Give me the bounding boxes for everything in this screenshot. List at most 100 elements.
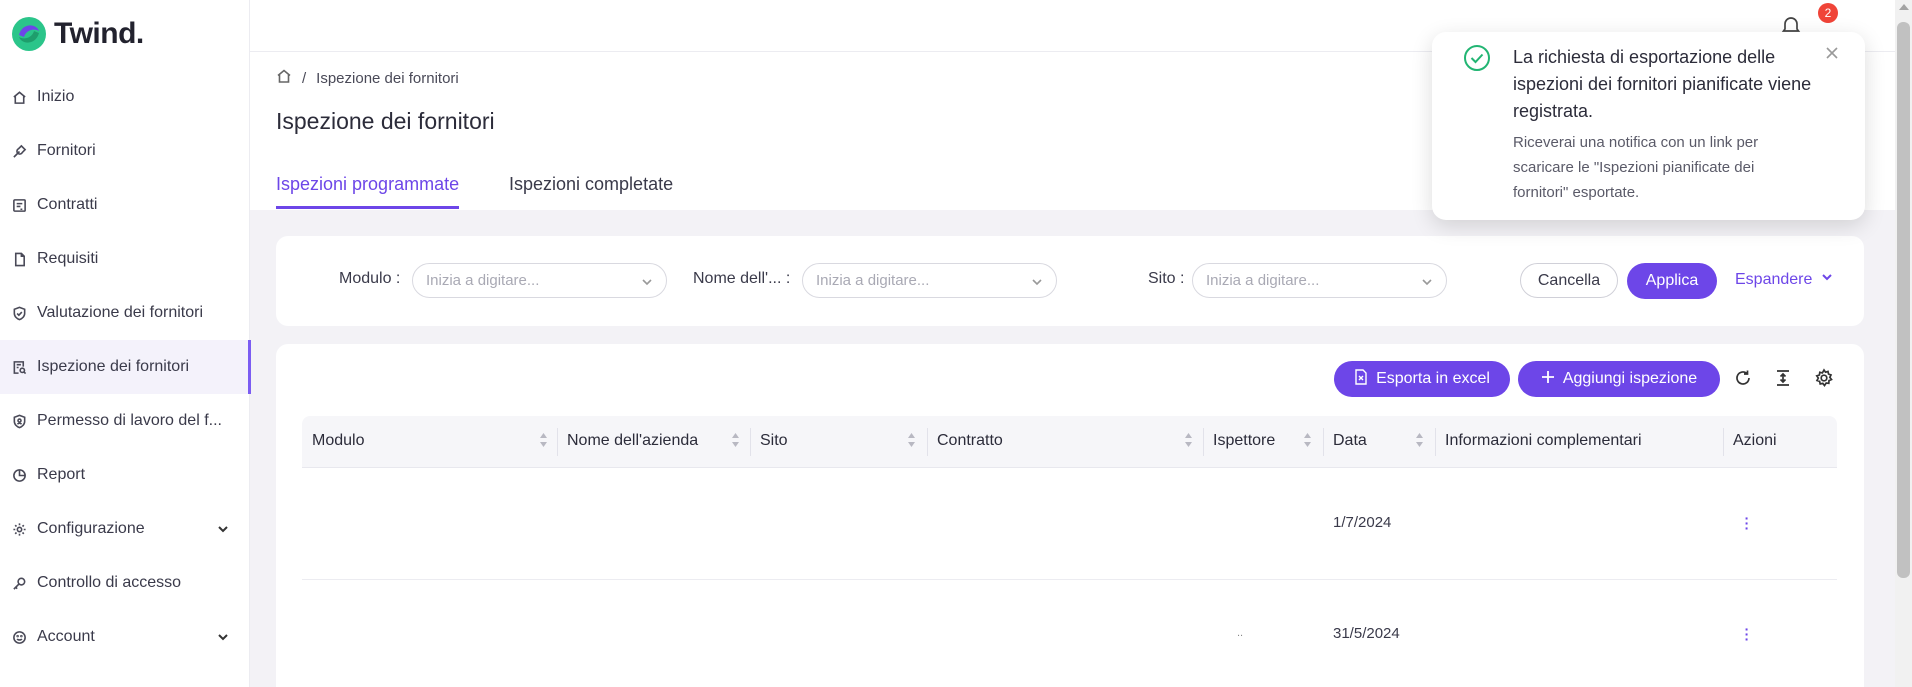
chevron-down-icon: [216, 522, 230, 536]
notification-badge: 2: [1818, 3, 1838, 23]
sort-icon[interactable]: [907, 432, 916, 448]
page-title: Ispezione dei fornitori: [276, 108, 495, 134]
refresh-icon[interactable]: [1733, 368, 1755, 390]
export-label: Esporta in excel: [1376, 370, 1490, 387]
sort-icon[interactable]: [1303, 432, 1312, 448]
filter-placeholder: Inizia a digitare...: [816, 272, 930, 289]
sort-icon[interactable]: [1415, 432, 1424, 448]
row-actions-kebab-icon[interactable]: · · ·: [1744, 622, 1750, 646]
column-header-contratto[interactable]: Contratto: [937, 432, 1003, 450]
add-label: Aggiungi ispezione: [1562, 370, 1698, 387]
sidebar-item-inizio[interactable]: Inizio: [0, 70, 250, 124]
column-header-modulo[interactable]: Modulo: [312, 432, 364, 450]
sidebar-nav: Inizio Fornitori Contratti Requisiti Val…: [0, 70, 251, 664]
shield-check-icon: [11, 305, 27, 321]
sidebar-item-valutazione[interactable]: Valutazione dei fornitori: [0, 286, 250, 340]
excel-file-icon: [1354, 368, 1368, 390]
filter-modulo-label: Modulo :: [339, 270, 401, 287]
filter-placeholder: Inizia a digitare...: [426, 272, 540, 289]
chevron-down-icon: [216, 630, 230, 644]
document-icon: [11, 251, 27, 267]
tab-ispezioni-completate[interactable]: Ispezioni completate: [509, 174, 673, 209]
cell-ispettore: ..: [1237, 627, 1244, 639]
sort-icon[interactable]: [731, 432, 740, 448]
column-header-informazioni: Informazioni complementari: [1445, 432, 1642, 449]
smile-icon: [11, 629, 27, 645]
sidebar-item-ispezione[interactable]: Ispezione dei fornitori: [0, 340, 251, 394]
column-separator: [1435, 428, 1436, 456]
sidebar-item-label: Configurazione: [37, 520, 145, 537]
filter-azienda-label: Nome dell'... :: [693, 270, 791, 287]
scrollbar-thumb[interactable]: [1897, 22, 1910, 578]
contract-icon: [11, 197, 27, 213]
sidebar-item-label: Requisiti: [37, 250, 99, 267]
brand-name: Twind.: [54, 17, 144, 50]
notification-title: La richiesta di esportazione delle ispez…: [1513, 47, 1812, 121]
sidebar-item-controllo-accesso[interactable]: Controllo di accesso: [0, 556, 250, 610]
column-header-azioni: Azioni: [1733, 432, 1777, 449]
sidebar-item-label: Contratti: [37, 196, 98, 213]
sidebar-item-report[interactable]: Report: [0, 448, 250, 502]
sidebar-item-label: Fornitori: [37, 142, 96, 159]
export-excel-button[interactable]: Esporta in excel: [1334, 361, 1510, 397]
breadcrumb: / Ispezione dei fornitori: [276, 68, 459, 88]
sidebar-item-label: Ispezione dei fornitori: [37, 358, 190, 375]
notification-body: Riceverai una notifica con un link per s…: [1513, 134, 1759, 201]
column-header-data[interactable]: Data: [1333, 432, 1367, 450]
sidebar-item-label: Inizio: [37, 88, 75, 105]
filter-sito-label: Sito :: [1148, 270, 1185, 287]
add-inspection-button[interactable]: Aggiungi ispezione: [1518, 361, 1720, 397]
sidebar-item-contratti[interactable]: Contratti: [0, 178, 250, 232]
inspection-icon: [11, 359, 27, 375]
scroll-up-icon[interactable]: [1899, 4, 1909, 10]
settings-gear-icon[interactable]: [1814, 368, 1836, 390]
sort-icon[interactable]: [1184, 432, 1193, 448]
filter-sito-select[interactable]: Inizia a digitare...: [1192, 263, 1447, 298]
column-separator: [927, 428, 928, 456]
column-separator: [750, 428, 751, 456]
chevron-down-icon: [1031, 275, 1043, 287]
key-icon: [11, 575, 27, 591]
cell-data: 31/5/2024: [1333, 625, 1400, 642]
filter-azienda-select[interactable]: Inizia a digitare...: [802, 263, 1057, 298]
filter-placeholder: Inizia a digitare...: [1206, 272, 1320, 289]
filter-modulo-select[interactable]: Inizia a digitare...: [412, 263, 667, 298]
sidebar-item-label: Controllo di accesso: [37, 574, 182, 591]
sort-icon[interactable]: [539, 432, 548, 448]
sidebar-item-requisiti[interactable]: Requisiti: [0, 232, 250, 286]
column-separator: [1323, 428, 1324, 456]
column-header-sito[interactable]: Sito: [760, 432, 788, 450]
tab-ispezioni-programmate[interactable]: Ispezioni programmate: [276, 174, 460, 209]
plus-icon: [1541, 370, 1555, 389]
close-icon[interactable]: [1825, 46, 1839, 60]
row-actions-kebab-icon[interactable]: · · ·: [1744, 511, 1750, 535]
permit-icon: [11, 413, 27, 429]
cell-data: 1/7/2024: [1333, 514, 1392, 531]
column-header-azienda[interactable]: Nome dell'azienda: [567, 432, 698, 450]
sidebar-item-permesso[interactable]: Permesso di lavoro del f...: [0, 394, 250, 448]
expand-button[interactable]: Espandere: [1735, 270, 1834, 289]
sidebar-item-configurazione[interactable]: Configurazione: [0, 502, 250, 556]
chevron-down-icon: [641, 275, 653, 287]
apply-button[interactable]: Applica: [1627, 263, 1717, 299]
column-header-ispettore[interactable]: Ispettore: [1213, 432, 1275, 450]
sidebar-item-label: Valutazione dei fornitori: [37, 304, 204, 321]
wrench-icon: [11, 143, 27, 159]
chevron-down-icon: [1820, 270, 1834, 289]
column-separator: [1723, 428, 1724, 456]
breadcrumb-separator: /: [302, 69, 307, 87]
expand-label: Espandere: [1735, 270, 1813, 288]
sidebar-item-label: Permesso di lavoro del f...: [37, 412, 222, 429]
pie-chart-icon: [11, 467, 27, 483]
sidebar-item-account[interactable]: Account: [0, 610, 250, 664]
chevron-down-icon: [1421, 275, 1433, 287]
success-check-icon: [1463, 44, 1491, 72]
sidebar-item-fornitori[interactable]: Fornitori: [0, 124, 250, 178]
logo[interactable]: Twind.: [10, 14, 144, 54]
cancel-button[interactable]: Cancella: [1520, 263, 1618, 298]
column-separator: [557, 428, 558, 456]
gear-icon: [11, 521, 27, 537]
column-separator: [1203, 428, 1204, 456]
home-icon[interactable]: [276, 68, 292, 88]
column-height-icon[interactable]: [1773, 368, 1795, 390]
